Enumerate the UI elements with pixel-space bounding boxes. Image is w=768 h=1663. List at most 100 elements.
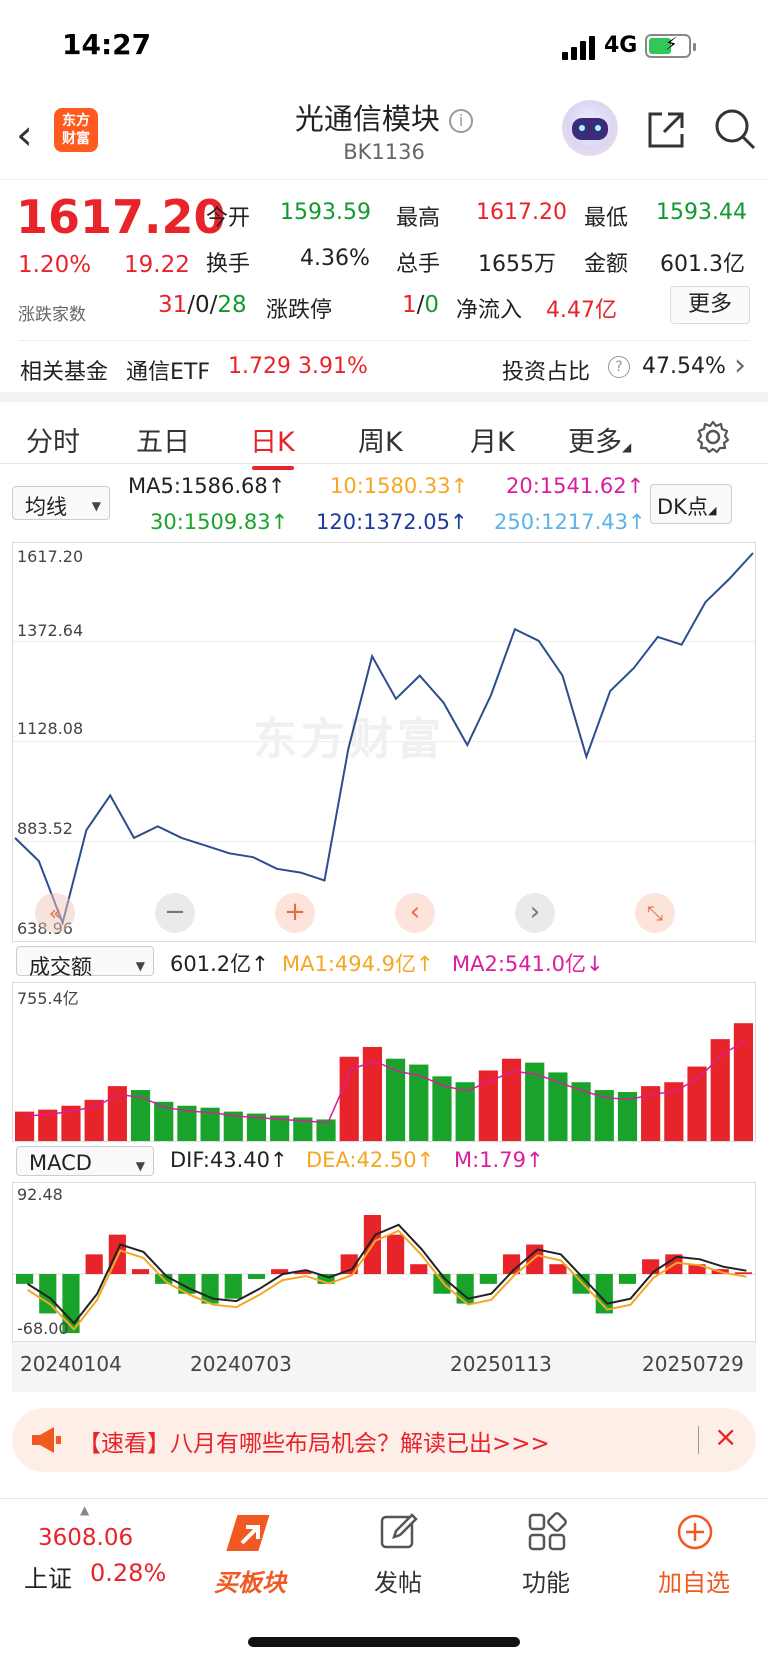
tab-daily-k[interactable]: 日K (250, 420, 295, 459)
date-axis: 20240104 20240703 20250113 20250729 (12, 1342, 756, 1392)
open-label: 今开 (206, 206, 251, 231)
index-name[interactable]: 上证 (24, 1559, 72, 1594)
low-value: 1593.44 (656, 200, 747, 225)
chevron-right-icon[interactable]: › (734, 348, 746, 383)
date-tick: 20250729 (642, 1352, 744, 1376)
zoom-in-icon[interactable]: + (275, 893, 315, 933)
next-icon[interactable]: › (515, 893, 555, 933)
macd-dea: DEA:42.50↑ (306, 1148, 435, 1172)
post-label: 发帖 (374, 1569, 422, 1597)
volume-bar (687, 1066, 707, 1141)
zoom-out-icon[interactable]: − (155, 893, 195, 933)
buy-block-label: 买板块 (214, 1569, 286, 1597)
volume-bar (386, 1058, 406, 1141)
y-tick-2: 1372.64 (17, 621, 84, 640)
inflow-value: 4.47亿 (546, 298, 617, 323)
ma250-label: 250:1217.43↑ (494, 510, 646, 534)
fund-label: 相关基金 (20, 360, 109, 385)
macd-bar (16, 1274, 34, 1284)
more-button[interactable]: 更多 (670, 286, 750, 324)
volume-chart[interactable]: 755.4亿 (12, 982, 756, 1142)
high-value: 1617.20 (476, 200, 567, 225)
assistant-avatar-icon[interactable] (562, 100, 618, 156)
volume-ma1: MA1:494.9亿↑ (282, 952, 434, 976)
macd-bar (131, 1269, 150, 1275)
volume-indicator-select[interactable]: 成交额 ▼ (16, 946, 154, 979)
volume-axis-max: 755.4亿 (17, 989, 79, 1008)
volume-bar (339, 1056, 359, 1141)
buy-block-icon (226, 1515, 270, 1551)
banner-text: 【速看】八月有哪些布局机会？解读已出>>> (78, 1431, 550, 1457)
volume-bar (432, 1076, 452, 1141)
volume-bar (733, 1023, 753, 1141)
ma30-label: 30:1509.83↑ (150, 510, 289, 534)
macd-bar (247, 1274, 266, 1279)
period-tabs: 分时 五日 日K 周K 月K 更多◢ (0, 392, 768, 470)
promo-banner[interactable]: 【速看】八月有哪些布局机会？解读已出>>> × (12, 1408, 756, 1472)
tab-intraday[interactable]: 分时 (26, 420, 80, 459)
features-label: 功能 (522, 1569, 570, 1597)
price-line-chart (14, 552, 754, 927)
price-chart[interactable]: 东方财富 1617.20 1372.64 1128.08 883.52 638.… (12, 542, 756, 942)
macd-bar (734, 1272, 752, 1275)
macd-bar (224, 1274, 242, 1299)
plus-circle-icon (677, 1514, 713, 1550)
open-value: 1593.59 (280, 200, 371, 225)
info-icon[interactable]: i (449, 109, 474, 133)
gear-icon[interactable] (696, 420, 730, 454)
close-icon[interactable]: × (714, 1420, 737, 1453)
macd-dif: DIF:43.40↑ (170, 1148, 288, 1172)
header-bar: ‹ 东方 财富 光通信模块 i BK1136 (0, 96, 768, 180)
fullscreen-icon[interactable]: ⤡ (635, 893, 675, 933)
signal-icon (562, 36, 598, 60)
grid-icon (528, 1512, 567, 1551)
edit-icon (380, 1513, 418, 1549)
y-tick-3: 1128.08 (17, 719, 84, 738)
dk-button[interactable]: DK点◢ (650, 484, 732, 524)
macd-chart[interactable]: 92.48 -68.00 (12, 1182, 756, 1342)
ratio-value: 47.54% (642, 354, 726, 379)
macd-axis-max: 92.48 (17, 1185, 63, 1204)
low-label: 最低 (584, 206, 629, 231)
turnover-label: 换手 (206, 252, 251, 277)
rewind-icon[interactable]: « (35, 893, 75, 933)
date-tick: 20250113 (450, 1352, 552, 1376)
macd-legend: MACD ▼ DIF:43.40↑ DEA:42.50↑ M:1.79↑ (0, 1144, 768, 1180)
indicator-select[interactable]: 均线 ▼ (12, 486, 110, 520)
macd-bar (642, 1259, 660, 1275)
ma-legend: 均线 ▼ MA5:1586.68↑ 10:1580.33↑ 20:1541.62↑… (0, 472, 768, 544)
macd-indicator-select[interactable]: MACD ▼ (16, 1146, 154, 1176)
macd-bar (85, 1254, 103, 1275)
index-pct[interactable]: 0.28% (90, 1559, 166, 1587)
active-tab-indicator (252, 466, 294, 470)
macd-bar (618, 1274, 637, 1284)
megaphone-icon (32, 1427, 61, 1453)
fund-price: 1.729 (228, 354, 291, 379)
search-icon[interactable] (714, 108, 756, 152)
tab-five-day[interactable]: 五日 (136, 420, 190, 459)
volume-value: 1655万 (478, 252, 556, 277)
macd-axis-min: -68.00 (17, 1319, 69, 1338)
ma10-label: 10:1580.33↑ (330, 474, 469, 498)
limit-values: 1/0 (402, 292, 440, 318)
fund-pct: 3.91% (298, 354, 368, 379)
share-icon[interactable] (646, 110, 686, 150)
adv-dec-label: 涨跌家数 (18, 305, 86, 325)
tab-weekly-k[interactable]: 周K (358, 420, 403, 459)
macd-bar (479, 1274, 497, 1284)
page-title-text: 光通信模块 (294, 102, 440, 136)
prev-icon[interactable]: ‹ (395, 893, 435, 933)
tab-more[interactable]: 更多◢ (568, 420, 631, 459)
ma5-label: MA5:1586.68↑ (128, 474, 286, 498)
date-tick: 20240703 (190, 1352, 292, 1376)
status-time: 14:27 (62, 28, 152, 61)
tab-monthly-k[interactable]: 月K (470, 420, 515, 459)
volume-legend: 成交额 ▼ 601.2亿↑ MA1:494.9亿↑ MA2:541.0亿↓ (0, 944, 768, 980)
macd-bar (387, 1234, 405, 1275)
status-bar: 14:27 4G ⚡ (0, 0, 768, 96)
fund-name[interactable]: 通信ETF (126, 354, 210, 386)
help-icon[interactable]: ? (608, 356, 630, 378)
macd-bar (433, 1274, 451, 1294)
index-value[interactable]: 3608.06 (38, 1525, 133, 1551)
amount-value: 601.3亿 (660, 252, 745, 277)
